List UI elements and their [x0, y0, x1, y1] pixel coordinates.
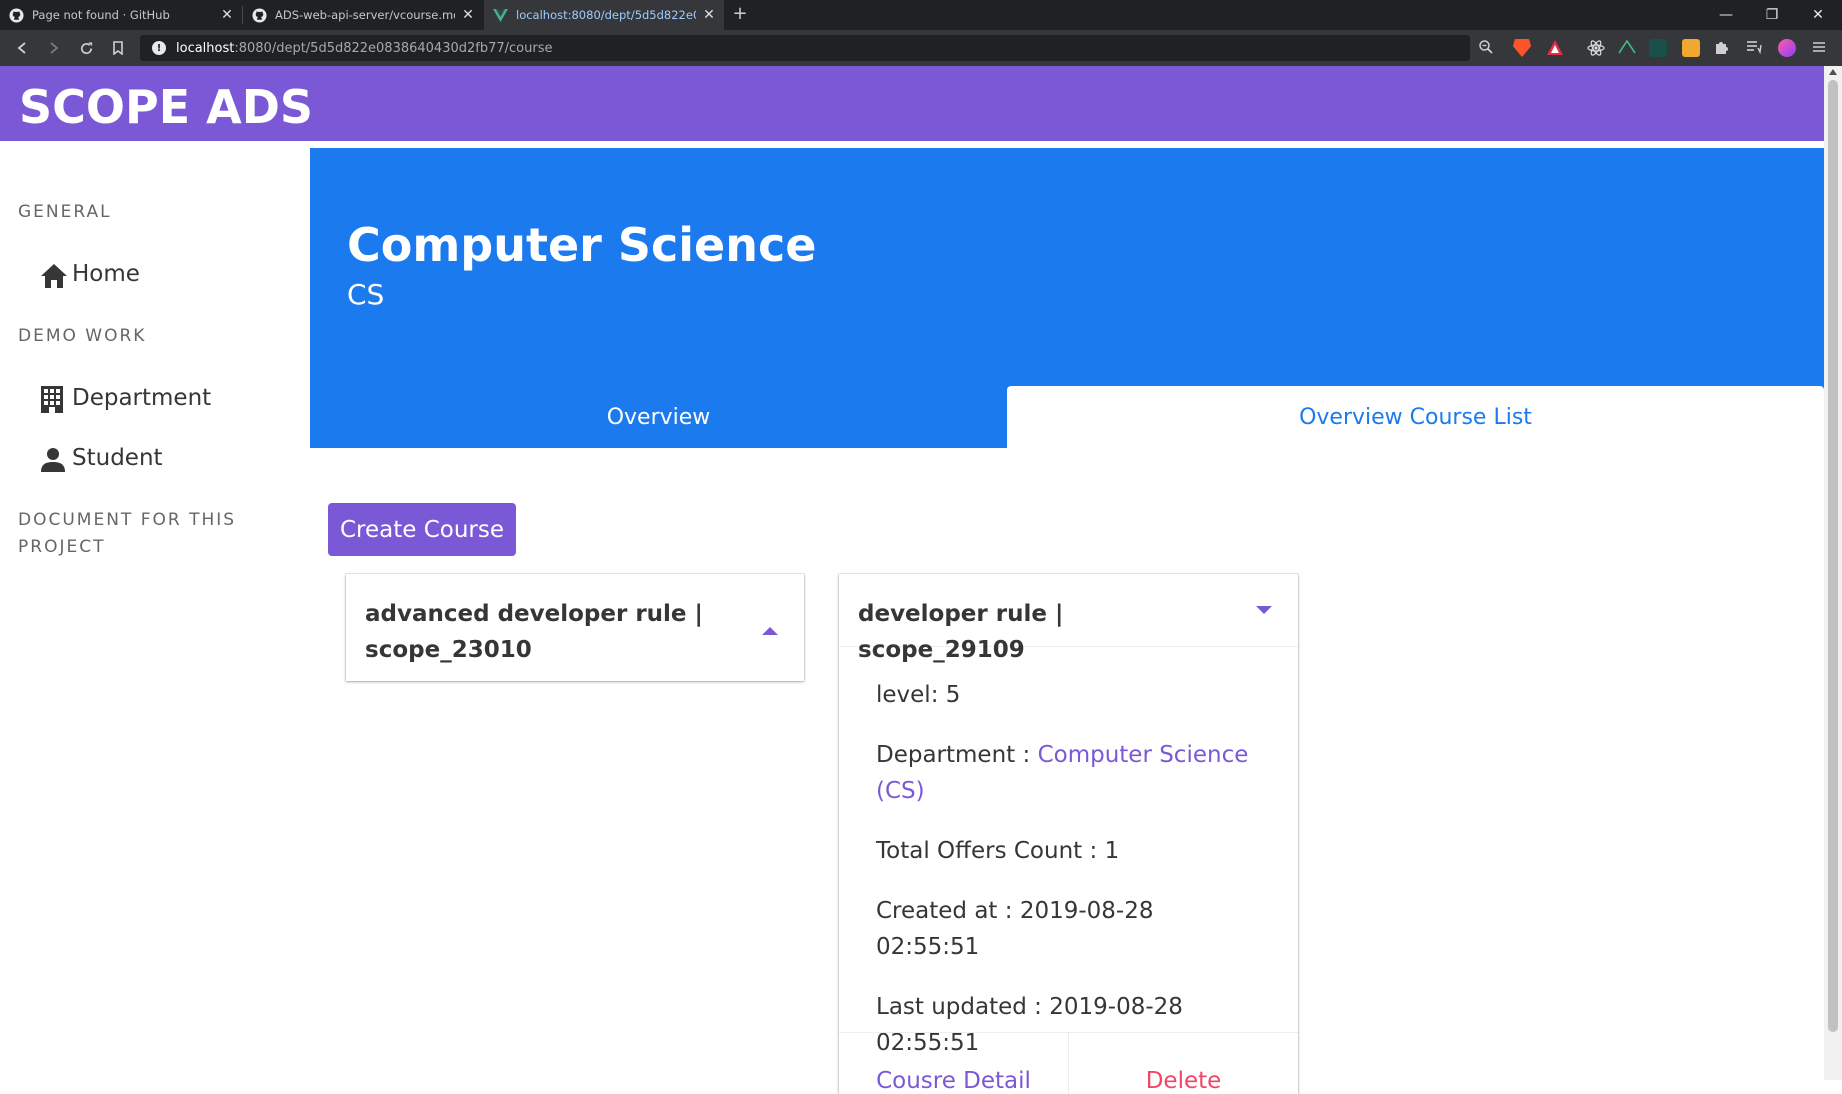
- brave-rewards-icon[interactable]: [1546, 39, 1564, 57]
- bookmark-icon[interactable]: [106, 36, 130, 60]
- close-tab-icon[interactable]: ✕: [220, 7, 234, 23]
- sidebar-item-student[interactable]: Student: [40, 443, 163, 473]
- react-devtools-icon[interactable]: [1587, 39, 1605, 57]
- forward-icon[interactable]: [42, 36, 66, 60]
- delete-course-link[interactable]: Delete: [1068, 1033, 1298, 1094]
- offers-value: 1: [1104, 838, 1120, 864]
- brave-shield-icon[interactable]: [1513, 39, 1531, 57]
- course-card-body: level: 5 Department : Computer Science (…: [839, 646, 1298, 1061]
- caret-down-icon[interactable]: [1256, 606, 1272, 614]
- department-label: Department :: [876, 742, 1031, 768]
- tab-title: Page not found · GitHub: [32, 8, 170, 22]
- level-value: 5: [945, 682, 961, 708]
- sidebar-section-document: DOCUMENT FOR THIS PROJECT: [18, 510, 237, 557]
- restore-button[interactable]: ❐: [1749, 0, 1795, 30]
- sidebar-item-label: Home: [72, 261, 140, 287]
- course-card-header[interactable]: developer rule | scope_29109: [839, 574, 1298, 663]
- tab-title: ADS-web-api-server/vcourse.md a: [275, 8, 455, 22]
- page-scrollbar[interactable]: [1824, 66, 1842, 1080]
- course-card-header[interactable]: advanced developer rule | scope_23010: [346, 574, 804, 688]
- browser-tab-active[interactable]: localhost:8080/dept/5d5d822e083 ✕: [484, 0, 724, 30]
- tab-overview[interactable]: Overview: [310, 386, 1007, 448]
- course-card: advanced developer rule | scope_23010: [346, 574, 804, 681]
- address-bar[interactable]: ! localhost :8080/dept/5d5d822e083864043…: [140, 35, 1470, 61]
- menu-icon[interactable]: [1812, 39, 1828, 57]
- zoom-icon[interactable]: [1478, 39, 1496, 57]
- course-department: Department : Computer Science (CS): [876, 737, 1262, 809]
- user-icon: [40, 443, 70, 473]
- browser-tab-bar: Page not found · GitHub ✕ ADS-web-api-se…: [0, 0, 1842, 30]
- home-icon: [40, 259, 70, 289]
- course-title: advanced developer rule | scope_23010: [365, 601, 703, 663]
- close-window-button[interactable]: ✕: [1795, 0, 1841, 30]
- browser-tab[interactable]: Page not found · GitHub ✕: [0, 0, 242, 30]
- vue-devtools-icon[interactable]: [1618, 39, 1636, 57]
- course-level: level: 5: [876, 677, 1262, 713]
- create-course-button[interactable]: Create Course: [328, 503, 516, 556]
- vue-icon: [492, 7, 508, 23]
- direct-link-icon[interactable]: [1649, 39, 1667, 57]
- coin-icon[interactable]: [1682, 39, 1700, 57]
- offers-label: Total Offers Count :: [876, 838, 1098, 864]
- sidebar-section-demo-work: DEMO WORK: [18, 326, 147, 346]
- caret-up-icon[interactable]: [762, 627, 778, 635]
- course-created-at: Created at : 2019-08-28 02:55:51: [876, 893, 1262, 965]
- github-icon: [8, 7, 24, 23]
- building-icon: [40, 383, 70, 413]
- sidebar-item-home[interactable]: Home: [40, 259, 140, 289]
- department-tabs: Overview Overview Course List: [310, 386, 1824, 448]
- course-card: developer rule | scope_29109 level: 5 De…: [839, 574, 1298, 1094]
- app-title[interactable]: SCOPE ADS: [19, 80, 313, 134]
- department-code: CS: [347, 278, 385, 311]
- updated-label: Last updated :: [876, 994, 1042, 1020]
- tab-overview-course-list[interactable]: Overview Course List: [1007, 386, 1824, 448]
- course-offers-count: Total Offers Count : 1: [876, 833, 1262, 869]
- course-detail-link[interactable]: Cousre Detail: [839, 1033, 1068, 1094]
- scroll-up-icon[interactable]: [1829, 69, 1837, 75]
- tab-title: localhost:8080/dept/5d5d822e083: [516, 8, 696, 22]
- app-header: SCOPE ADS: [0, 66, 1824, 144]
- sidebar-section-general: GENERAL: [18, 202, 112, 222]
- puzzle-extensions-icon[interactable]: [1714, 39, 1732, 57]
- browser-toolbar: ! localhost :8080/dept/5d5d822e083864043…: [0, 30, 1842, 66]
- department-title: Computer Science: [347, 218, 817, 272]
- department-hero: Computer Science CS Overview Overview Co…: [310, 148, 1824, 448]
- created-label: Created at :: [876, 898, 1013, 924]
- sidebar-item-label: Student: [72, 445, 163, 471]
- close-tab-icon[interactable]: ✕: [702, 7, 716, 23]
- browser-tab[interactable]: ADS-web-api-server/vcourse.md a ✕: [243, 0, 483, 30]
- new-tab-button[interactable]: +: [730, 5, 750, 25]
- site-info-icon[interactable]: !: [152, 41, 166, 55]
- minimize-button[interactable]: —: [1703, 0, 1749, 30]
- course-card-footer: Cousre Detail Delete: [839, 1032, 1298, 1094]
- url-host: localhost: [176, 40, 235, 56]
- scrollbar-thumb[interactable]: [1828, 80, 1838, 1032]
- url-path: :8080/dept/5d5d822e0838640430d2fb77/cour…: [234, 40, 553, 56]
- reload-icon[interactable]: [74, 36, 98, 60]
- profile-avatar-icon[interactable]: [1778, 39, 1796, 57]
- back-icon[interactable]: [10, 36, 34, 60]
- github-icon: [251, 7, 267, 23]
- sidebar-item-department[interactable]: Department: [40, 383, 211, 413]
- sidebar-item-label: Department: [72, 385, 212, 411]
- close-tab-icon[interactable]: ✕: [461, 7, 475, 23]
- level-label: level:: [876, 682, 939, 708]
- reading-list-icon[interactable]: [1746, 39, 1764, 57]
- sidebar: GENERAL Home DEMO WORK Department Studen…: [0, 146, 310, 1080]
